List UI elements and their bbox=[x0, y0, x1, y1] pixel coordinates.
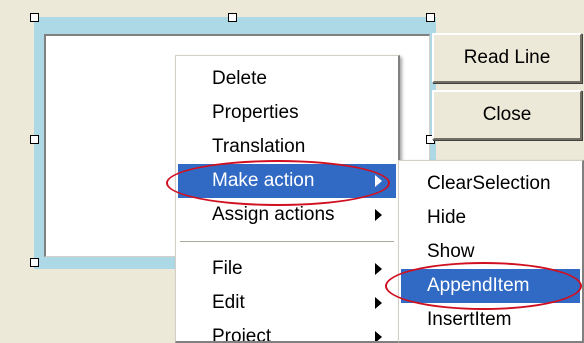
submenu-arrow-icon bbox=[375, 331, 382, 341]
menu-item-project[interactable]: Project bbox=[178, 320, 396, 343]
menu-item-properties[interactable]: Properties bbox=[178, 96, 396, 130]
menu-item-label: Edit bbox=[212, 292, 245, 313]
submenu-arrow-icon bbox=[375, 175, 382, 187]
menu-item-file[interactable]: File bbox=[178, 252, 396, 286]
submenu-arrow-icon bbox=[375, 209, 382, 221]
menu-item-label: AppendItem bbox=[427, 275, 530, 296]
menu-item-label: Hide bbox=[427, 207, 467, 228]
menu-item-label: Show bbox=[427, 241, 475, 262]
submenu-item-show[interactable]: Show bbox=[401, 235, 580, 269]
menu-item-label: File bbox=[212, 258, 243, 279]
submenu-arrow-icon bbox=[375, 297, 382, 309]
menu-item-label: Properties bbox=[212, 102, 299, 123]
resize-handle-bottom-left[interactable] bbox=[30, 258, 39, 267]
menu-item-edit[interactable]: Edit bbox=[178, 286, 396, 320]
submenu-item-clearselection[interactable]: ClearSelection bbox=[401, 167, 580, 201]
action-submenu: ClearSelection Hide Show AppendItem Inse… bbox=[398, 160, 584, 343]
submenu-item-insertitem[interactable]: InsertItem bbox=[401, 303, 580, 337]
menu-item-label: ClearSelection bbox=[427, 173, 551, 194]
menu-item-make-action[interactable]: Make action bbox=[178, 164, 396, 198]
submenu-item-hide[interactable]: Hide bbox=[401, 201, 580, 235]
resize-handle-top-left[interactable] bbox=[30, 13, 39, 22]
menu-item-label: Assign actions bbox=[212, 204, 335, 225]
menu-item-delete[interactable]: Delete bbox=[178, 62, 396, 96]
resize-handle-middle-left[interactable] bbox=[30, 135, 39, 144]
menu-item-label: Make action bbox=[212, 170, 315, 191]
close-button[interactable]: Close bbox=[432, 90, 582, 140]
menu-item-translation[interactable]: Translation bbox=[178, 130, 396, 164]
menu-item-label: Delete bbox=[212, 68, 267, 89]
menu-item-label: Project bbox=[212, 326, 272, 343]
resize-handle-top-right[interactable] bbox=[426, 13, 435, 22]
menu-item-assign-actions[interactable]: Assign actions bbox=[178, 198, 396, 232]
menu-item-label: InsertItem bbox=[427, 309, 512, 330]
read-line-button[interactable]: Read Line bbox=[432, 33, 582, 83]
submenu-item-appenditem[interactable]: AppendItem bbox=[401, 269, 580, 303]
menu-separator bbox=[180, 241, 394, 243]
context-menu: Delete Properties Translation Make actio… bbox=[175, 55, 400, 343]
menu-item-label: Translation bbox=[212, 136, 306, 157]
resize-handle-top-center[interactable] bbox=[228, 13, 237, 22]
submenu-arrow-icon bbox=[375, 263, 382, 275]
